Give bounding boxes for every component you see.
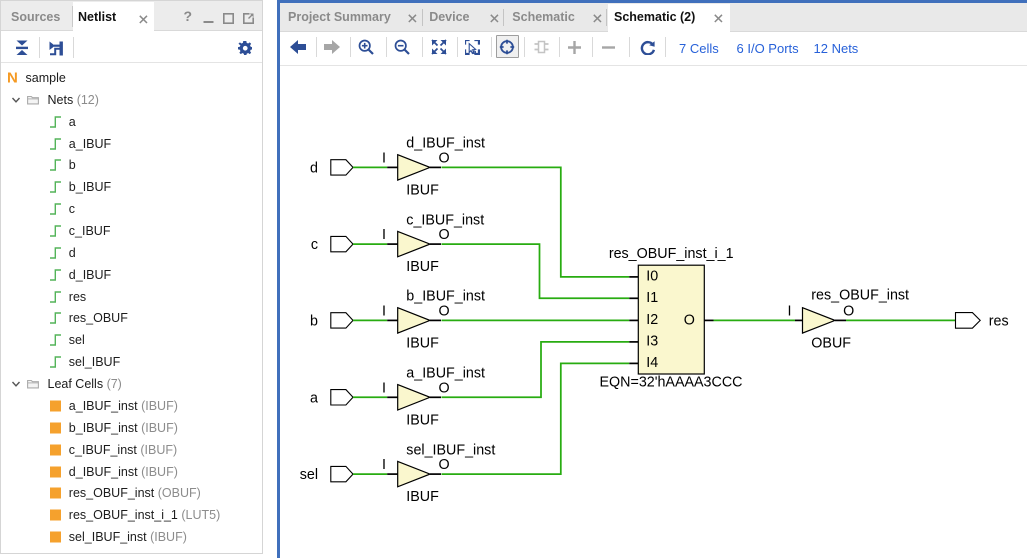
svg-text:d_IBUF_inst: d_IBUF_inst <box>406 136 485 152</box>
svg-text:OBUF: OBUF <box>811 336 851 352</box>
svg-text:a: a <box>310 390 318 406</box>
svg-text:sel: sel <box>300 467 318 483</box>
svg-text:I4: I4 <box>646 355 658 371</box>
svg-text:res: res <box>989 313 1009 329</box>
svg-text:IBUF: IBUF <box>406 412 439 428</box>
svg-text:O: O <box>438 227 449 243</box>
svg-text:O: O <box>438 303 449 319</box>
svg-text:O: O <box>438 380 449 396</box>
svg-text:I: I <box>382 227 386 243</box>
svg-text:O: O <box>843 303 854 319</box>
svg-text:O: O <box>684 312 695 328</box>
svg-text:IBUF: IBUF <box>406 182 439 198</box>
svg-text:d: d <box>310 160 318 176</box>
svg-text:c: c <box>311 237 318 253</box>
svg-text:EQN=32'hAAAA3CCC: EQN=32'hAAAA3CCC <box>600 374 743 390</box>
svg-text:res_OBUF_inst_i_1: res_OBUF_inst_i_1 <box>609 246 734 262</box>
svg-text:sel_IBUF_inst: sel_IBUF_inst <box>406 442 495 458</box>
svg-text:IBUF: IBUF <box>406 335 439 351</box>
svg-text:I2: I2 <box>646 312 658 328</box>
svg-text:I1: I1 <box>646 290 658 306</box>
svg-text:I3: I3 <box>646 334 658 350</box>
svg-text:I: I <box>382 303 386 319</box>
svg-text:a_IBUF_inst: a_IBUF_inst <box>406 366 485 382</box>
svg-text:O: O <box>438 457 449 473</box>
svg-text:I: I <box>382 457 386 473</box>
svg-text:IBUF: IBUF <box>406 489 439 505</box>
svg-text:I: I <box>382 380 386 396</box>
svg-text:c_IBUF_inst: c_IBUF_inst <box>406 212 484 228</box>
svg-text:b_IBUF_inst: b_IBUF_inst <box>406 289 485 305</box>
svg-text:I: I <box>382 150 386 166</box>
svg-text:b: b <box>310 313 318 329</box>
svg-text:res_OBUF_inst: res_OBUF_inst <box>811 288 909 304</box>
svg-text:IBUF: IBUF <box>406 259 439 275</box>
svg-text:I0: I0 <box>646 269 658 285</box>
svg-text:O: O <box>438 150 449 166</box>
svg-text:I: I <box>788 303 792 319</box>
